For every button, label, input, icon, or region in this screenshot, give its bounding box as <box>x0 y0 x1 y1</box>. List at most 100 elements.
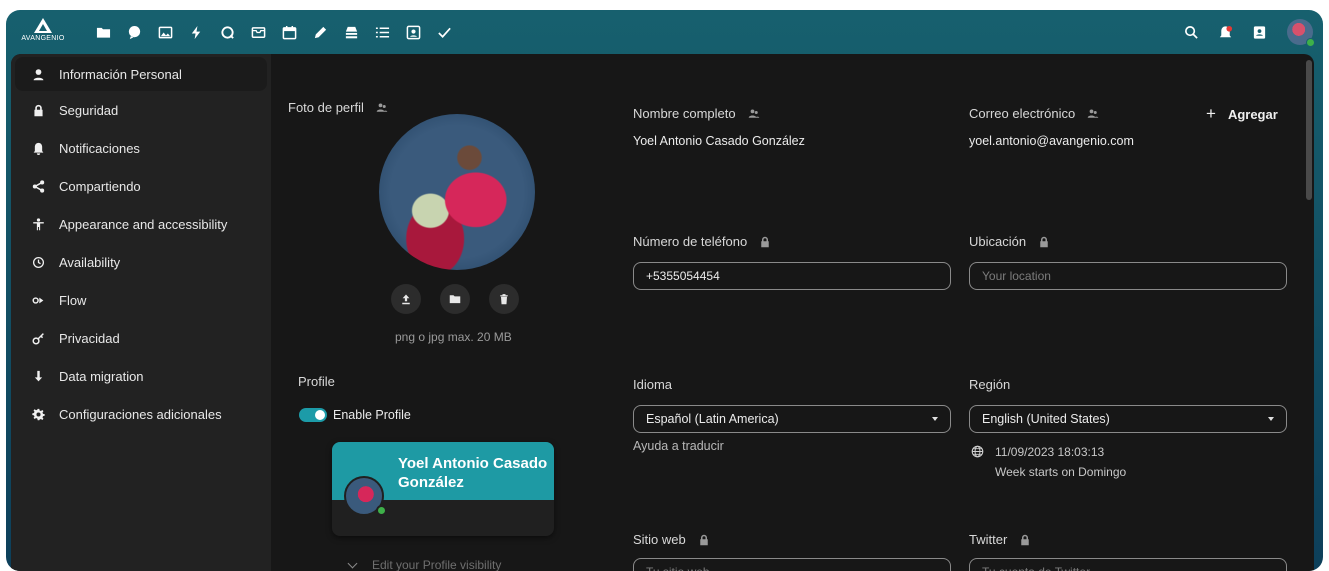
full-name-label-text: Nombre completo <box>633 106 736 121</box>
photo-size-hint: png o jpg max. 20 MB <box>395 330 512 344</box>
sidebar-item-compartiendo[interactable]: Compartiendo <box>11 167 271 205</box>
twitter-label-text: Twitter <box>969 532 1008 547</box>
calendar-icon[interactable] <box>274 10 305 54</box>
sidebar-item-availability[interactable]: Availability <box>11 243 271 281</box>
share-icon <box>31 179 45 193</box>
language-select[interactable]: Español (Latin America) <box>633 405 951 433</box>
sidebar-item-privacidad[interactable]: Privacidad <box>11 319 271 357</box>
profile-section-label: Profile <box>298 374 335 389</box>
region-select[interactable]: English (United States) <box>969 405 1287 433</box>
sidebar-item-seguridad[interactable]: Seguridad <box>11 91 271 129</box>
region-select-value: English (United States) <box>982 412 1110 426</box>
add-email-button[interactable]: + Agregar <box>1206 104 1278 124</box>
sidebar-item-informacion-personal[interactable]: Información Personal <box>15 57 267 91</box>
region-label: Región <box>969 377 1011 392</box>
key-icon <box>31 331 45 345</box>
talk-icon[interactable] <box>119 10 150 54</box>
visibility-contacts-icon[interactable] <box>748 108 760 120</box>
help-translate-link[interactable]: Ayuda a traducir <box>633 439 724 453</box>
settings-sidebar: Información Personal Seguridad Notificac… <box>11 54 271 571</box>
search-icon[interactable] <box>1181 22 1201 42</box>
visibility-contacts-icon[interactable] <box>1087 108 1099 120</box>
lock-icon[interactable] <box>1019 534 1031 546</box>
twitter-label: Twitter <box>969 532 1031 547</box>
logo[interactable]: AVANGENIO <box>18 16 68 50</box>
sidebar-item-appearance[interactable]: Appearance and accessibility <box>11 205 271 243</box>
region-datetime: 11/09/2023 18:03:13 <box>995 445 1105 459</box>
website-label: Sitio web <box>633 532 710 547</box>
visibility-contacts-icon[interactable] <box>376 102 388 114</box>
folder-icon <box>449 295 461 304</box>
scrollbar[interactable] <box>1306 60 1312 200</box>
activity-icon[interactable] <box>181 10 212 54</box>
deck-icon[interactable] <box>336 10 367 54</box>
user-icon <box>31 67 45 81</box>
phone-input[interactable]: +5355054454 <box>633 262 951 290</box>
profile-photo-label-text: Foto de perfil <box>288 100 364 115</box>
add-email-label: Agregar <box>1227 106 1278 122</box>
full-name-label: Nombre completo <box>633 106 760 121</box>
twitter-input[interactable]: Tu cuenta de Twitter <box>969 558 1287 571</box>
sidebar-item-label: Availability <box>59 254 121 270</box>
profile-photo <box>379 114 535 270</box>
language-select-value: Español (Latin America) <box>646 412 779 426</box>
files-icon[interactable] <box>88 10 119 54</box>
mail-icon[interactable] <box>243 10 274 54</box>
choose-from-files-button[interactable] <box>440 284 470 314</box>
language-label: Idioma <box>633 377 673 392</box>
phone-label-text: Número de teléfono <box>633 234 748 249</box>
sidebar-item-label: Configuraciones adicionales <box>59 406 222 422</box>
sidebar-item-notificaciones[interactable]: Notificaciones <box>11 129 271 167</box>
settings-panel: Información Personal Seguridad Notificac… <box>11 54 1314 571</box>
enable-profile-toggle[interactable] <box>299 408 327 422</box>
lock-icon[interactable] <box>1038 236 1050 248</box>
sidebar-item-configuraciones[interactable]: Configuraciones adicionales <box>11 395 271 433</box>
sidebar-item-label: Privacidad <box>59 330 120 346</box>
sidebar-item-flow[interactable]: Flow <box>11 281 271 319</box>
notes-icon[interactable] <box>305 10 336 54</box>
contacts-icon[interactable] <box>398 10 429 54</box>
contacts-menu-icon[interactable] <box>1249 22 1269 42</box>
phone-label: Número de teléfono <box>633 234 771 249</box>
sidebar-item-label: Seguridad <box>59 102 119 118</box>
personal-info-content: Foto de perfil png o jpg max. 20 MB Prof… <box>271 54 1314 571</box>
location-input[interactable]: Your location <box>969 262 1287 290</box>
plus-icon: + <box>1206 104 1216 123</box>
clock-icon <box>31 255 45 269</box>
email-value[interactable]: yoel.antonio@avangenio.com <box>969 134 1134 148</box>
profile-card-name: Yoel Antonio Casado González <box>398 455 548 491</box>
sidebar-item-label: Notificaciones <box>59 140 140 156</box>
search-app-icon[interactable] <box>212 10 243 54</box>
upload-photo-button[interactable] <box>391 284 421 314</box>
bell-icon <box>31 141 45 155</box>
email-label-text: Correo electrónico <box>969 106 1076 121</box>
sidebar-item-data-migration[interactable]: Data migration <box>11 357 271 395</box>
check-icon[interactable] <box>429 10 460 54</box>
location-label-text: Ubicación <box>969 234 1027 249</box>
profile-preview-card[interactable]: Yoel Antonio Casado González <box>332 442 554 536</box>
edit-profile-visibility-label: Edit your Profile visibility <box>372 558 502 571</box>
lock-icon[interactable] <box>698 534 710 546</box>
gear-icon <box>31 407 45 421</box>
dropdown-caret-icon <box>932 417 938 421</box>
sidebar-item-label: Compartiendo <box>59 178 141 194</box>
online-status-icon <box>376 505 387 516</box>
tasks-icon[interactable] <box>367 10 398 54</box>
lock-icon[interactable] <box>759 236 771 248</box>
trash-icon <box>500 294 508 305</box>
sidebar-item-label: Data migration <box>59 368 144 384</box>
week-start-text: Week starts on Domingo <box>995 465 1127 479</box>
delete-photo-button[interactable] <box>489 284 519 314</box>
website-input[interactable]: Tu sitio web <box>633 558 951 571</box>
notifications-icon[interactable] <box>1215 22 1235 42</box>
upload-icon <box>402 294 410 305</box>
enable-profile-label: Enable Profile <box>333 408 411 422</box>
sidebar-item-label: Appearance and accessibility <box>59 216 228 232</box>
online-status-icon <box>1306 38 1315 47</box>
dropdown-caret-icon <box>1268 417 1274 421</box>
photos-icon[interactable] <box>150 10 181 54</box>
user-avatar[interactable] <box>1287 19 1315 47</box>
edit-profile-visibility[interactable]: Edit your Profile visibility <box>347 558 502 571</box>
full-name-value[interactable]: Yoel Antonio Casado González <box>633 134 805 148</box>
globe-icon <box>971 445 985 459</box>
